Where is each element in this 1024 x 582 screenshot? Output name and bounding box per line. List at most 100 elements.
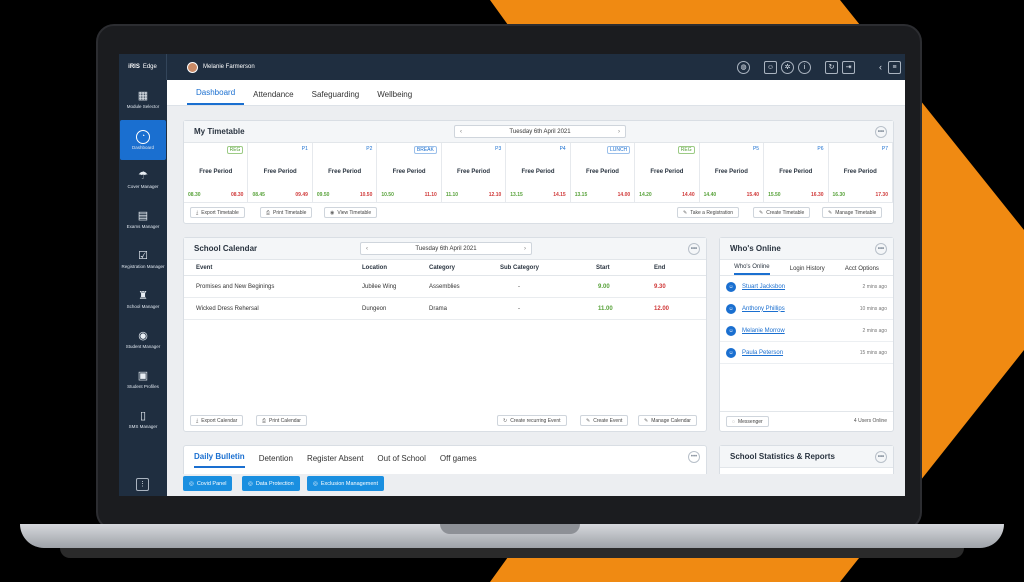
sidebar-item-cover-manager[interactable]: ☂ Cover Manager [119,160,167,200]
app-screen: iRIS Edge Melanie Farmerson ◍ ☺ ✲ i ↻ ⇥ ‹… [119,54,905,496]
current-user[interactable]: Melanie Farmerson [187,61,255,73]
edit-icon: ✎ [683,209,688,216]
list-item[interactable]: ☺ Stuart Jacksbon 2 mins ago [720,276,893,298]
tab-wellbeing[interactable]: Wellbeing [368,90,421,105]
tab-whos-online[interactable]: Who's Online [734,264,770,275]
chevron-right-icon[interactable]: › [618,129,620,135]
take-registration-button[interactable]: ✎ Take a Registration [677,207,740,218]
period-start: 08.45 [252,192,265,198]
chevron-right-icon[interactable]: › [524,246,526,252]
print-calendar-button[interactable]: ⎙ Print Calendar [256,415,307,426]
menu-icon[interactable]: ≡ [888,60,901,74]
online-user-name[interactable]: Stuart Jacksbon [742,284,785,290]
more-options-icon[interactable]: ••• [688,451,700,463]
manage-calendar-button[interactable]: ✎ Manage Calendar [638,415,697,426]
info-icon[interactable]: i [798,60,811,74]
online-users-list: ☺ Stuart Jacksbon 2 mins ago ☺ Anthony Phill… [720,276,893,364]
tab-out-of-school[interactable]: Out of School [377,454,425,468]
timetable-period[interactable]: REG Free Period 08.30 08.30 [184,143,249,202]
cell-start: 11.00 [598,305,613,312]
printer-icon: ⎙ [266,209,271,216]
timetable-date-picker[interactable]: ‹ Tuesday 6th April 2021 › [454,125,626,138]
globe-icon[interactable]: ◍ [737,60,750,74]
sidebar-item-school-manager[interactable]: ♜ School Manager [119,280,167,320]
period-start: 08.30 [188,192,201,198]
timetable-period[interactable]: BREAK Free Period 10.50 11.10 [377,143,442,202]
online-user-name[interactable]: Paula Peterson [742,350,783,356]
laptop-shadow [60,548,964,558]
cell-category: Drama [429,305,448,312]
refresh-icon[interactable]: ↻ [825,60,838,74]
messenger-button[interactable]: ◌ Messenger [726,416,769,427]
user-icon[interactable]: ☺ [764,60,777,74]
chevron-left-icon[interactable]: ‹ [879,62,882,72]
covid-panel-button[interactable]: ◎ Covid Panel [183,476,233,491]
sidebar-item-registration-manager[interactable]: ☑ Registration Manager [119,240,167,280]
period-end: 17.30 [875,192,888,198]
online-user-name[interactable]: Melanie Morrow [742,328,785,334]
tab-daily-bulletin[interactable]: Daily Bulletin [194,452,245,468]
period-code: P5 [752,146,760,152]
list-item[interactable]: ☺ Melanie Morrow 2 mins ago [720,320,893,342]
tab-attendance[interactable]: Attendance [244,90,302,105]
sidebar-item-student-manager[interactable]: ◉ Student Manager [119,320,167,360]
export-calendar-button[interactable]: ⤓ Export Calendar [190,415,244,426]
period-label: Free Period [650,169,684,175]
more-options-icon[interactable]: ••• [875,451,887,463]
table-row[interactable]: Wicked Dress Rehersal Dungeon Drama - 11… [184,298,706,320]
timetable-period[interactable]: LUNCH Free Period 13.15 14.00 [571,143,636,202]
export-timetable-button[interactable]: ⤓ Export Timetable [190,207,245,218]
timetable-period[interactable]: P7 Free Period 16.30 17.30 [829,143,893,202]
list-item[interactable]: ☺ Anthony Phillips 10 mins ago [720,298,893,320]
more-options-icon[interactable]: ••• [875,126,887,138]
sidebar-item-label: School Manager [126,303,160,309]
create-timetable-button[interactable]: ✎ Create Timetable [753,207,811,218]
sidebar-item-module-selector[interactable]: ▦ Module Selector [119,80,167,120]
data-protection-button[interactable]: ◎ Data Protection [242,476,300,491]
clipboard-icon: ▤ [137,210,149,223]
tab-safeguarding[interactable]: Safeguarding [303,90,369,105]
tab-acct-options[interactable]: Acct Options [845,266,879,275]
create-event-button[interactable]: ✎ Create Event [580,415,629,426]
timetable-period[interactable]: P4 Free Period 13.15 14.15 [506,143,571,202]
timetable-period[interactable]: P3 Free Period 11.10 12.10 [442,143,507,202]
view-timetable-button[interactable]: ◉ View Timetable [324,207,378,218]
tab-off-games[interactable]: Off games [440,454,477,468]
more-options-icon[interactable]: ••• [875,243,887,255]
manage-timetable-button[interactable]: ✎ Manage Timetable [822,207,883,218]
chevron-left-icon[interactable]: ‹ [366,246,368,252]
timetable-period[interactable]: REG Free Period 14.20 14.40 [635,143,700,202]
exclusion-management-button[interactable]: ◎ Exclusion Management [307,476,384,491]
sidebar-item-student-profiles[interactable]: ▣ Student Profiles [119,360,167,400]
app-logo[interactable]: iRIS Edge [119,54,167,80]
create-recurring-event-button[interactable]: ↻ Create recurring Event [497,415,567,426]
chevron-left-icon[interactable]: ‹ [460,129,462,135]
sidebar-item-dashboard[interactable]: ◔ Dashboard [120,120,166,160]
tab-dashboard[interactable]: Dashboard [187,88,245,105]
gear-icon[interactable]: ✲ [781,60,794,74]
tab-login-history[interactable]: Login History [790,266,825,275]
table-row[interactable]: Promises and New Beginings Jubilee Wing … [184,276,706,298]
sidebar-item-sms-manager[interactable]: ▯ SMS Manager [119,400,167,440]
tab-register-absent[interactable]: Register Absent [307,454,363,468]
more-options-icon[interactable]: ••• [688,243,700,255]
avatar [187,61,198,73]
period-code: REG [226,146,244,154]
sidebar-item-exams-manager[interactable]: ▤ Exams Manager [119,200,167,240]
org-chart-icon: ♜ [138,290,148,303]
download-icon: ⤓ [196,209,199,216]
period-label: Free Period [328,169,362,175]
period-code: P3 [495,146,502,152]
timetable-period[interactable]: P6 Free Period 15.50 16.30 [764,143,829,202]
timetable-period[interactable]: P2 Free Period 09.50 10.50 [313,143,378,202]
timetable-period[interactable]: P5 Free Period 14.40 15.40 [700,143,765,202]
logout-icon[interactable]: ⇥ [842,60,855,74]
timetable-period[interactable]: P1 Free Period 08.45 09.49 [248,143,313,202]
online-user-name[interactable]: Anthony Phillips [742,306,785,312]
list-item[interactable]: ☺ Paula Peterson 15 mins ago [720,342,893,364]
period-start: 15.50 [768,192,781,198]
calendar-date-picker[interactable]: ‹ Tuesday 6th April 2021 › [360,242,532,255]
print-timetable-button[interactable]: ⎙ Print Timetable [260,207,313,218]
more-menu-icon[interactable]: ⋮ [136,478,149,491]
tab-detention[interactable]: Detention [259,454,293,468]
